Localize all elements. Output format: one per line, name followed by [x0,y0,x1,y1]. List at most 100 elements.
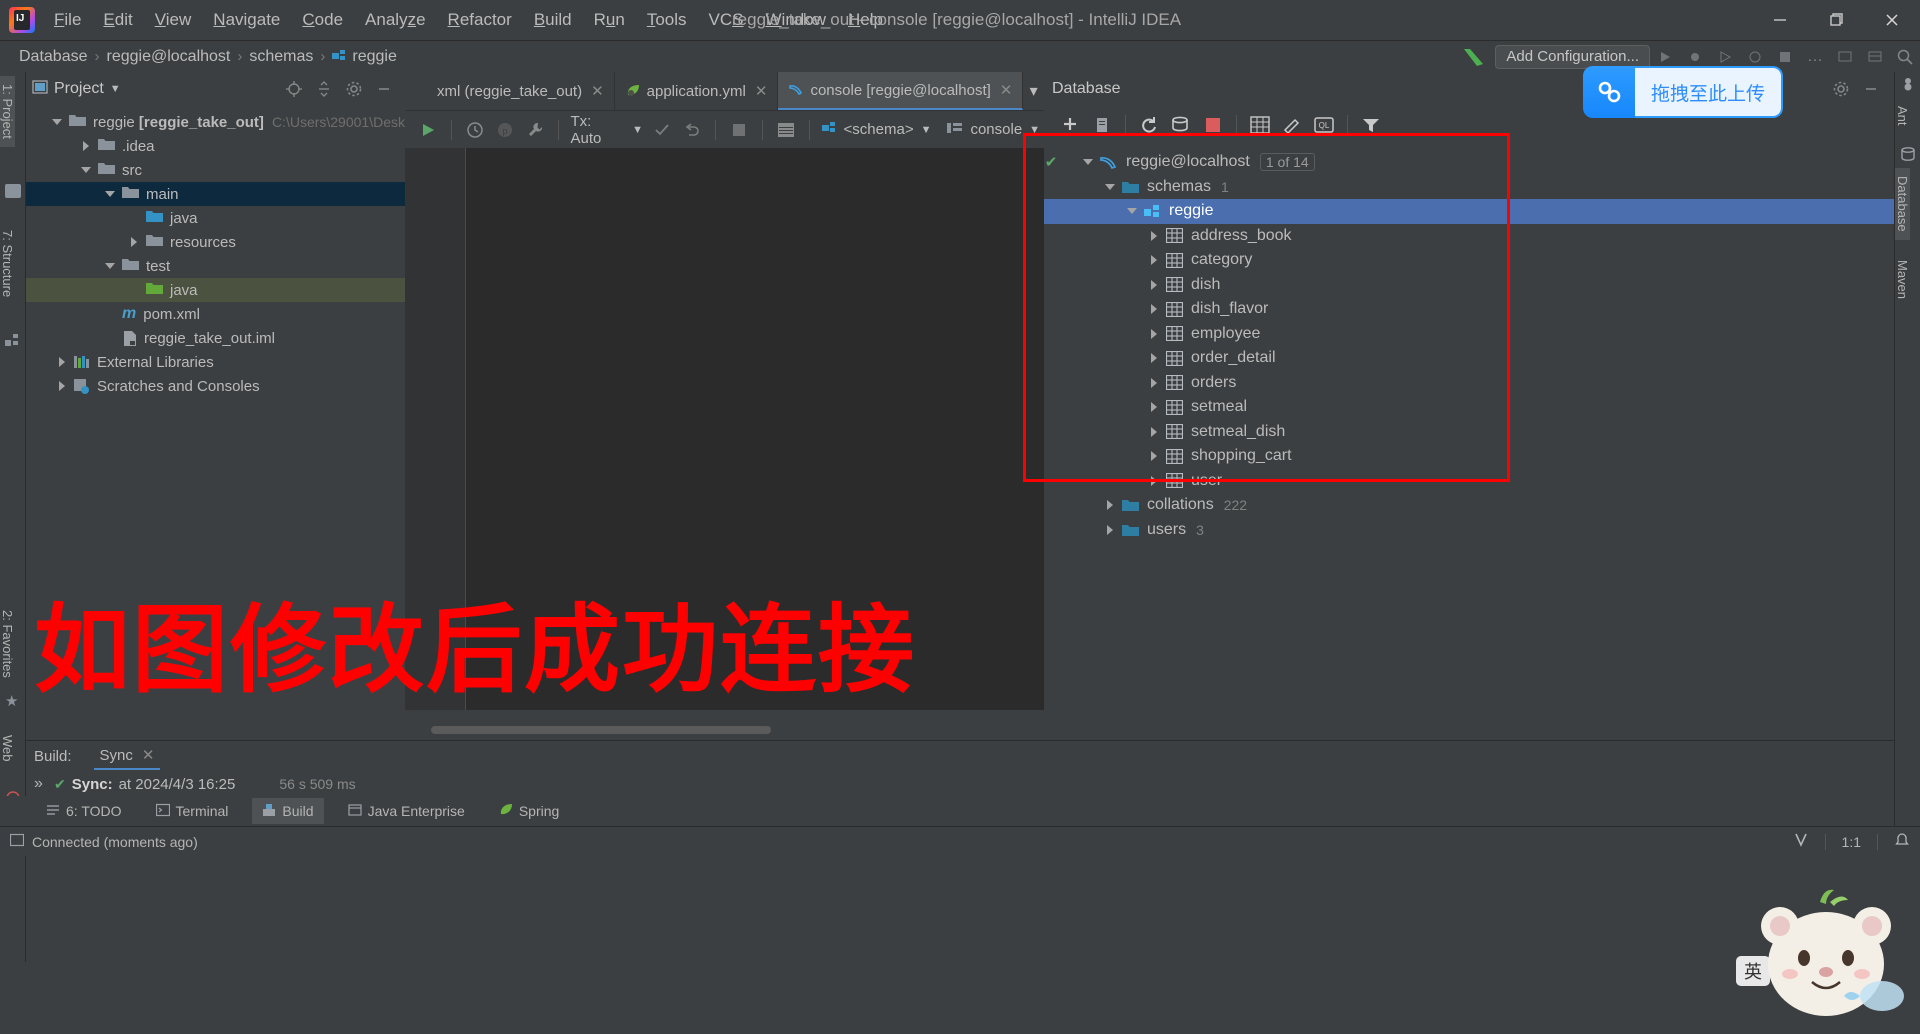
chevron-down-icon[interactable] [1082,155,1096,169]
tabs-overflow-chevron-down-icon[interactable]: ▾ [1023,72,1044,110]
project-tree-row[interactable]: reggie_take_out.iml [26,326,405,350]
database-tree-row[interactable]: reggie [1044,199,1894,224]
sql-console-icon[interactable]: QL [1311,113,1337,137]
menu-edit[interactable]: Edit [92,0,143,40]
baidu-upload-widget[interactable]: 拖拽至此上传 [1583,66,1783,118]
build-tab-sync[interactable]: Sync ✕ [93,742,161,770]
chevron-down-icon[interactable] [104,259,118,273]
menu-code[interactable]: Code [291,0,354,40]
commit-check-icon[interactable] [650,118,674,142]
project-tree[interactable]: reggie [reggie_take_out] C:\Users\29001\D… [26,106,405,398]
update-project-icon[interactable] [1833,45,1857,69]
database-tree-row[interactable]: setmeal [1044,395,1894,420]
caret-position[interactable]: 1:1 [1842,834,1861,850]
schema-selector[interactable]: <schema> ▼ [818,121,936,139]
tab-xml-reggie-take-out[interactable]: xml (reggie_take_out) ✕ [405,72,615,110]
breadcrumb-connection[interactable]: reggie@localhost [102,48,236,66]
close-icon[interactable]: ✕ [755,82,768,100]
wrench-settings-icon[interactable] [523,118,547,142]
database-tree-row[interactable]: users 3 [1044,518,1894,543]
menu-run[interactable]: Run [583,0,636,40]
project-tree-row[interactable]: main [26,182,405,206]
database-tree-row[interactable]: collations 222 [1044,493,1894,518]
breadcrumb-database[interactable]: Database [14,48,93,66]
chevron-right-icon[interactable] [128,235,142,249]
table-editor-icon[interactable] [1247,113,1273,137]
locate-icon[interactable] [282,77,306,101]
project-tree-row[interactable]: java [26,206,405,230]
expand-more-icon[interactable]: » [34,775,54,793]
chevron-right-icon[interactable] [1148,327,1162,341]
database-tree-row[interactable]: address_book [1044,224,1894,249]
project-tree-row[interactable]: java [26,278,405,302]
history-clock-icon[interactable] [463,118,487,142]
chevron-down-icon[interactable]: ▼ [110,83,121,95]
database-tree-row[interactable]: order_detail [1044,346,1894,371]
output-table-icon[interactable] [774,118,798,142]
sidebar-item-structure[interactable]: 7: Structure [0,222,15,305]
stop-query-icon[interactable] [727,118,751,142]
bottom-item-todo[interactable]: 6: TODO [36,798,132,824]
breadcrumb-reggie[interactable]: reggie [327,48,401,66]
bottom-item-build[interactable]: Build [252,798,324,824]
chevron-right-icon[interactable] [1148,278,1162,292]
project-tree-row[interactable]: src [26,158,405,182]
database-tree-row[interactable]: employee [1044,322,1894,347]
chevron-right-icon[interactable] [1148,351,1162,365]
modify-icon[interactable] [1279,113,1305,137]
more-icon[interactable]: … [1803,45,1827,69]
chevron-right-icon[interactable] [1148,376,1162,390]
search-icon[interactable] [1893,45,1917,69]
project-tree-row[interactable]: m pom.xml [26,302,405,326]
duplicate-icon[interactable] [1089,113,1115,137]
menu-view[interactable]: View [144,0,203,40]
vcs-branch-icon[interactable] [1793,832,1809,851]
hide-icon[interactable] [372,77,396,101]
database-tree-row[interactable]: dish_flavor [1044,297,1894,322]
sidebar-item-maven[interactable]: Maven [1895,252,1910,307]
project-tree-row[interactable]: test [26,254,405,278]
chevron-down-icon[interactable] [1104,180,1118,194]
sidebar-item-web[interactable]: Web [0,727,15,770]
horizontal-scrollbar[interactable] [431,726,771,734]
database-tree[interactable]: ✔ reggie@localhost 1 of 14 schemas 1 reggie ad… [1044,144,1894,542]
maximize-button[interactable] [1808,0,1864,40]
sidebar-item-project[interactable]: 1: Project [0,76,15,147]
add-data-source-icon[interactable] [1057,113,1083,137]
chevron-right-icon[interactable] [80,139,94,153]
chevron-right-icon[interactable] [1148,253,1162,267]
bottom-item-terminal[interactable]: Terminal [146,798,239,824]
breadcrumb-schemas[interactable]: schemas [244,48,318,66]
close-icon[interactable]: ✕ [1000,81,1013,99]
database-tree-row[interactable]: schemas 1 [1044,175,1894,200]
sidebar-item-favorites[interactable]: 2: Favorites [0,602,15,686]
sidebar-item-database[interactable]: Database [1895,168,1910,240]
menu-build[interactable]: Build [523,0,583,40]
project-tree-row[interactable]: External Libraries [26,350,405,374]
chevron-right-icon[interactable] [56,379,70,393]
notifications-icon[interactable] [1894,832,1910,851]
session-selector[interactable]: console ▼ [943,121,1044,139]
chevron-right-icon[interactable] [1104,498,1118,512]
menu-file[interactable]: File [43,0,92,40]
chevron-right-icon[interactable] [1148,229,1162,243]
collapse-all-icon[interactable] [312,77,336,101]
database-tree-row[interactable]: category [1044,248,1894,273]
chevron-right-icon[interactable] [56,355,70,369]
sidebar-item-ant[interactable]: Ant [1895,98,1910,134]
database-tree-row[interactable]: setmeal_dish [1044,420,1894,445]
database-tree-row[interactable]: ✔ reggie@localhost 1 of 14 [1044,150,1894,175]
menu-refactor[interactable]: Refactor [437,0,523,40]
tab-console-reggie-localhost[interactable]: console [reggie@localhost] ✕ [778,72,1024,110]
chevron-right-icon[interactable] [1148,400,1162,414]
project-tree-row[interactable]: .idea [26,134,405,158]
project-tree-row[interactable]: Scratches and Consoles [26,374,405,398]
hide-icon[interactable] [1859,77,1883,101]
chevron-right-icon[interactable] [1148,302,1162,316]
bottom-item-spring[interactable]: Spring [489,798,569,824]
chevron-down-icon[interactable] [104,187,118,201]
bottom-item-java-enterprise[interactable]: Java Enterprise [338,798,475,824]
db-tools-icon[interactable] [1168,113,1194,137]
rollback-icon[interactable] [680,118,704,142]
chevron-down-icon[interactable] [51,115,65,129]
